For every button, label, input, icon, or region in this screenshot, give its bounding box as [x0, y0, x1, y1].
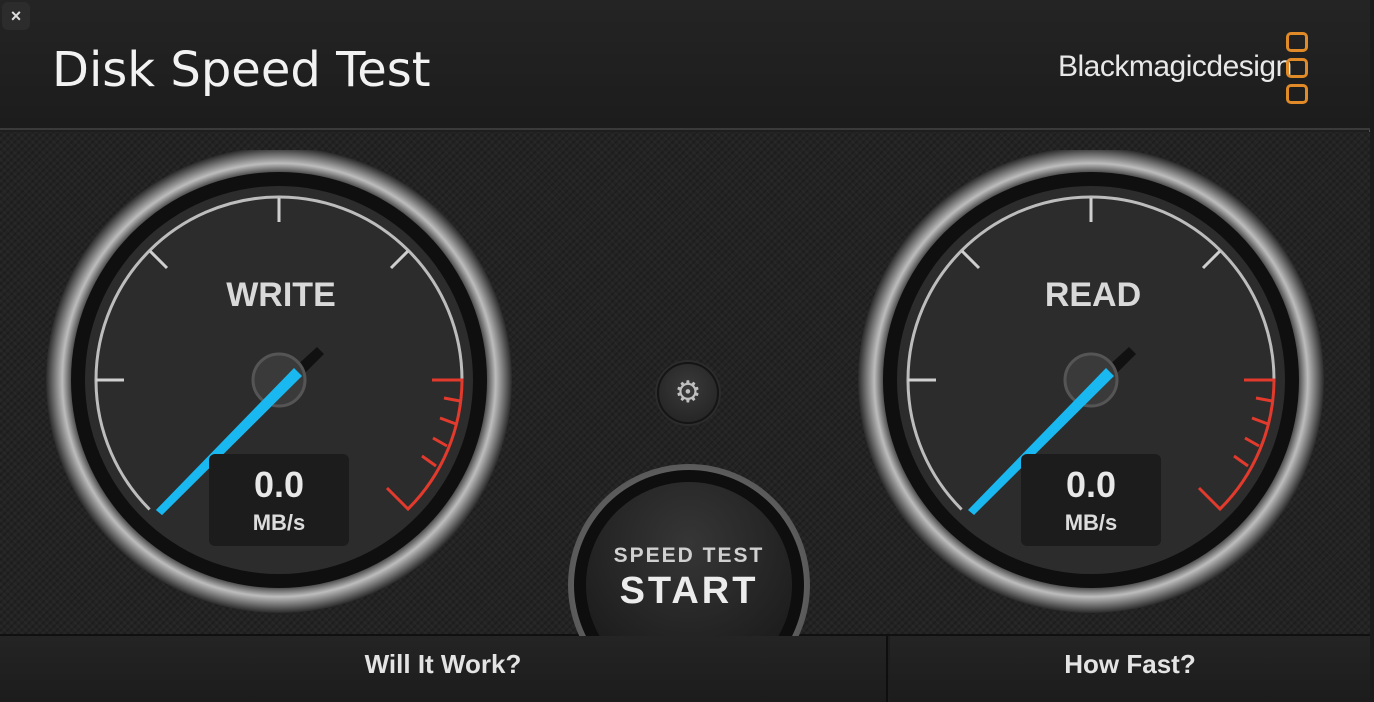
will-it-work-button[interactable]: Will It Work? — [0, 636, 888, 702]
how-fast-button[interactable]: How Fast? — [890, 636, 1370, 702]
read-gauge: READ 0.0 MB/s — [856, 150, 1326, 614]
write-value: 0.0 — [253, 464, 305, 505]
read-value: 0.0 — [1065, 464, 1117, 505]
write-label: WRITE — [226, 276, 336, 314]
write-readout: 0.0 MB/s — [209, 454, 349, 546]
app-title: Disk Speed Test — [52, 42, 431, 98]
write-gauge: WRITE 0.0 MB/s — [44, 150, 514, 614]
read-readout: 0.0 MB/s — [1021, 454, 1161, 546]
start-top-label: SPEED TEST — [613, 544, 765, 567]
header-bar: × Disk Speed Test Blackmagicdesign — [0, 0, 1370, 130]
footer-bar: Will It Work? How Fast? — [0, 636, 1370, 702]
start-main-label: START — [619, 570, 759, 612]
settings-button[interactable]: ⚙ — [657, 362, 719, 424]
write-unit: MB/s — [252, 510, 306, 535]
read-label: READ — [1044, 276, 1142, 314]
gear-icon: ⚙ — [674, 376, 702, 409]
blackmagic-logo-icon — [1286, 32, 1308, 104]
gauge-panel: WRITE 0.0 MB/s ⚙ SPEED TEST START READ 0… — [0, 132, 1370, 702]
close-button[interactable]: × — [2, 2, 30, 30]
read-unit: MB/s — [1064, 510, 1118, 535]
brand-name: Blackmagicdesign — [1058, 50, 1292, 83]
app-window: × Disk Speed Test Blackmagicdesign WRITE… — [0, 0, 1370, 702]
